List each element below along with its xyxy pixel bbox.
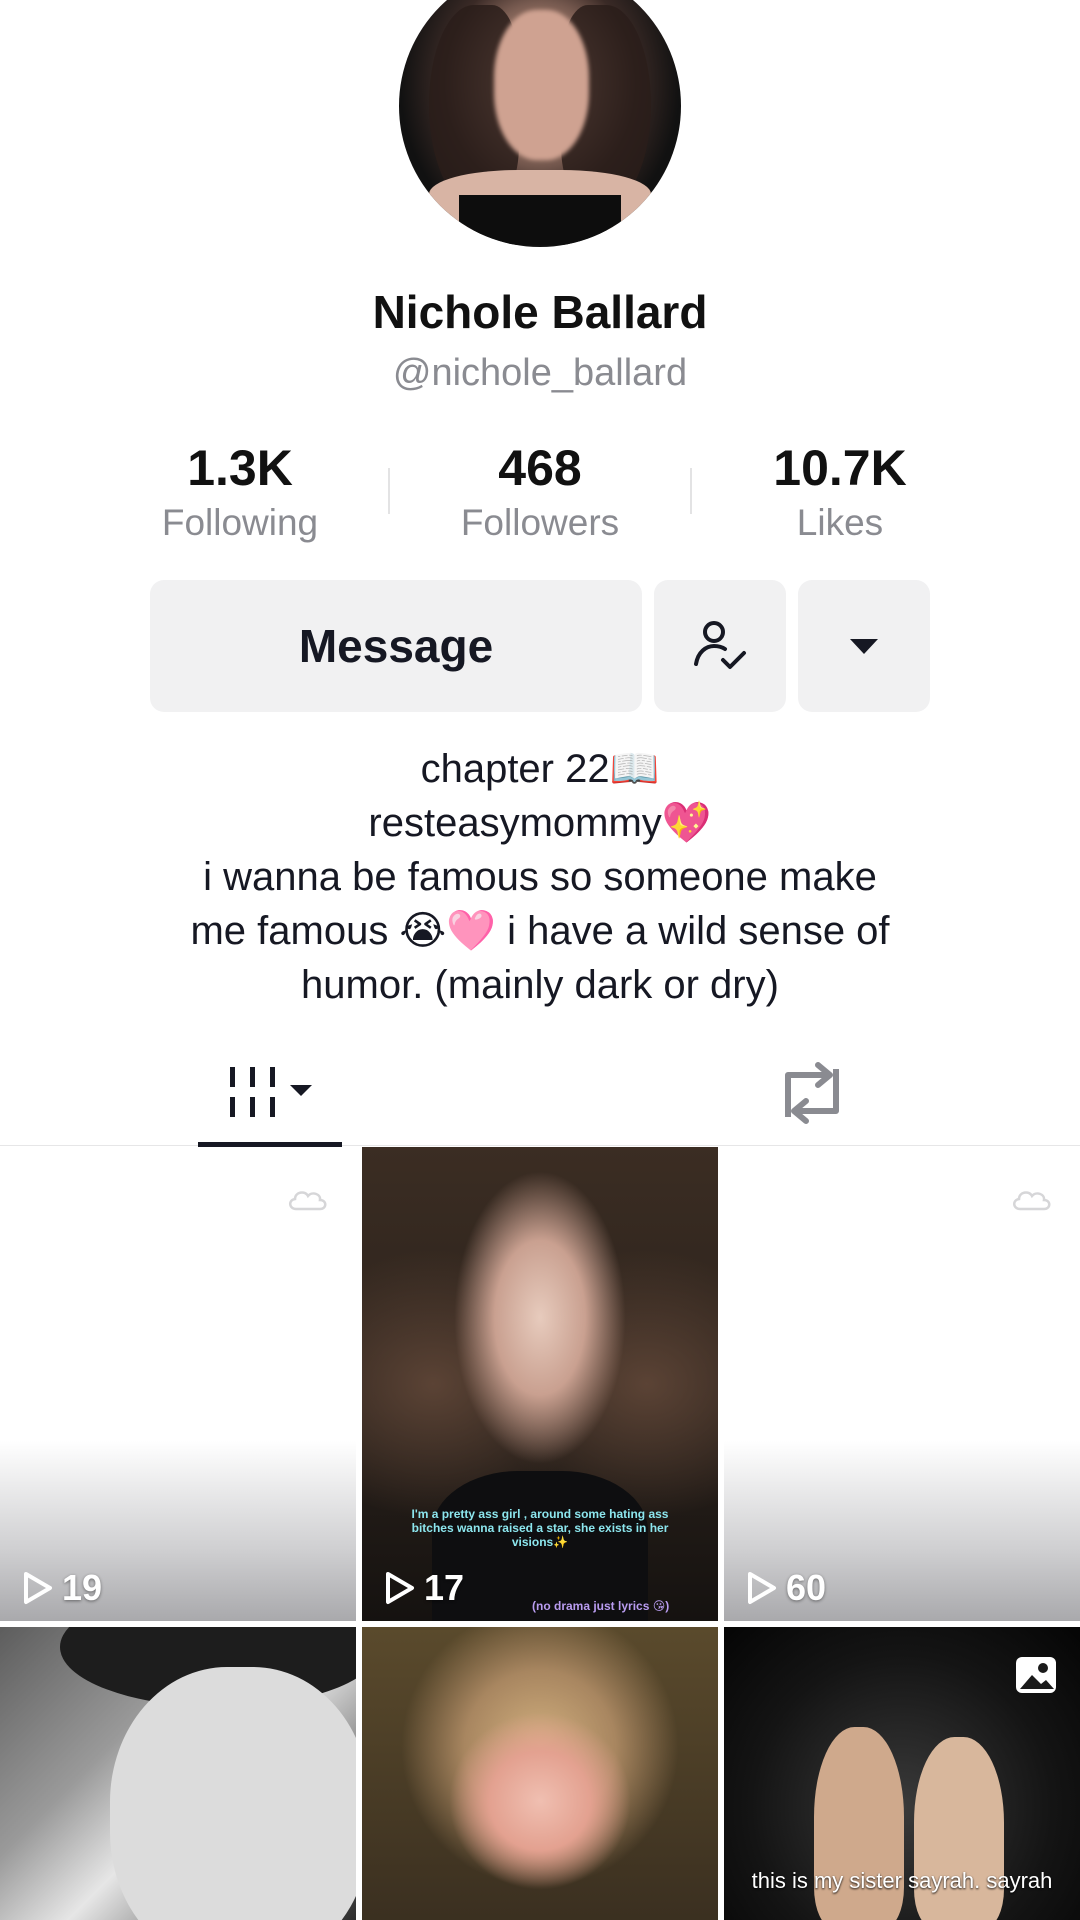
stat-likes[interactable]: 10.7K Likes [720, 440, 960, 544]
bio-line: resteasymommy💖 [368, 801, 712, 845]
video-caption-tag: (no drama just lyrics 😘) [532, 1599, 670, 1613]
display-name: Nichole Ballard [372, 286, 708, 338]
video-tile[interactable]: 60 [724, 1147, 1080, 1621]
followers-count: 468 [498, 440, 582, 496]
video-tile[interactable] [0, 1627, 356, 1920]
following-label: Following [161, 502, 319, 543]
cloud-upload-icon [1013, 1191, 1051, 1211]
message-button[interactable]: Message [150, 580, 642, 712]
profile-stats: 1.3K Following 468 Followers 10.7K Likes [0, 440, 1080, 550]
view-count-value: 60 [786, 1567, 827, 1608]
likes-label: Likes [796, 502, 884, 543]
grid-icon [230, 1067, 312, 1117]
stat-following[interactable]: 1.3K Following [120, 440, 360, 544]
bio-line: me famous 😭🩷 i have a wild sense of [190, 909, 890, 953]
caret-down-icon [850, 639, 878, 654]
followers-label: Followers [460, 502, 620, 543]
view-count-value: 19 [62, 1567, 103, 1608]
play-icon [24, 1572, 52, 1604]
view-count: 17 [384, 1567, 464, 1609]
more-options-button[interactable] [798, 580, 930, 712]
view-count-value: 17 [424, 1567, 465, 1608]
tab-videos[interactable] [198, 1040, 342, 1147]
play-icon [748, 1572, 776, 1604]
user-check-icon [694, 621, 746, 669]
profile-bio: chapter 22📖 resteasymommy💖 i wanna be fa… [120, 742, 960, 1012]
bio-line: i wanna be famous so someone make [203, 855, 877, 899]
following-status-button[interactable] [654, 580, 786, 712]
cloud-upload-icon [289, 1191, 327, 1211]
stat-followers[interactable]: 468 Followers [420, 440, 660, 544]
bio-line: humor. (mainly dark or dry) [301, 963, 779, 1007]
photo-post-tile[interactable]: this is my sister sayrah. sayrah [724, 1627, 1080, 1920]
video-tile[interactable]: 19 [0, 1147, 356, 1621]
profile-page: Nichole Ballard @nichole_ballard 1.3K Fo… [0, 0, 1080, 1920]
view-count: 60 [746, 1567, 826, 1609]
stat-divider [690, 468, 692, 514]
tab-reposts[interactable] [740, 1040, 884, 1146]
video-tile[interactable]: I'm a pretty ass girl , around some hati… [362, 1147, 718, 1621]
video-tile[interactable] [362, 1627, 718, 1920]
likes-count: 10.7K [773, 440, 907, 496]
video-caption: I'm a pretty ass girl , around some hati… [411, 1507, 669, 1549]
stat-divider [388, 468, 390, 514]
repost-icon [785, 1062, 839, 1124]
view-count: 19 [22, 1567, 102, 1609]
photo-caption: this is my sister sayrah. sayrah [751, 1868, 1053, 1893]
photo-post-icon [1016, 1657, 1056, 1693]
profile-tabs [0, 1040, 1080, 1147]
profile-avatar[interactable] [399, 0, 681, 247]
username-handle: @nichole_ballard [392, 352, 688, 394]
following-count: 1.3K [187, 440, 293, 496]
play-icon [386, 1572, 414, 1604]
bio-line: chapter 22📖 [420, 747, 660, 791]
